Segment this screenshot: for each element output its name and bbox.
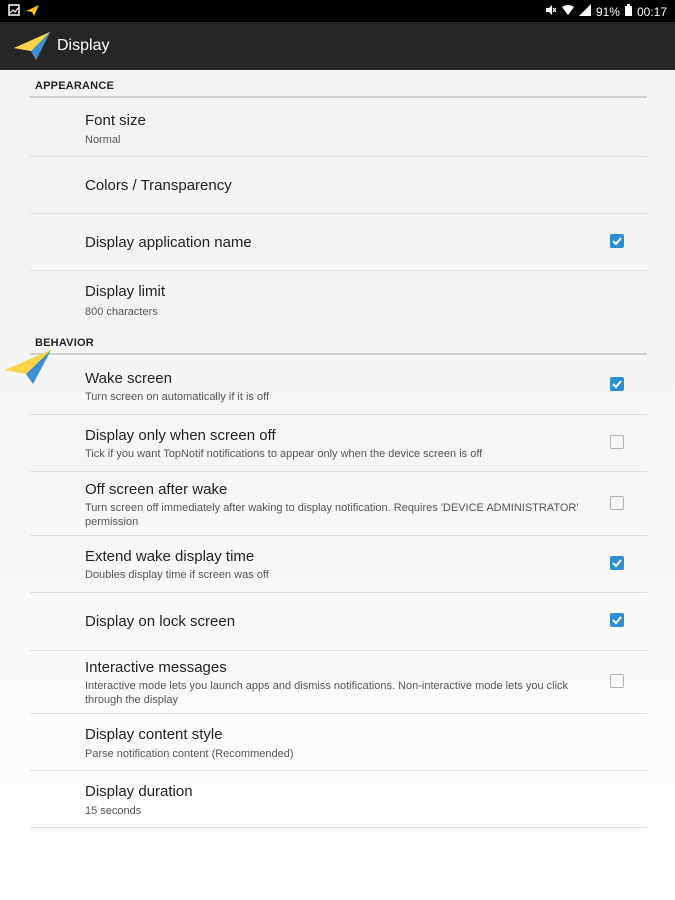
pref-off-screen-after-wake[interactable]: Off screen after wake Turn screen off im… [30, 472, 647, 534]
pref-summary: Turn screen off immediately after waking… [85, 502, 579, 528]
pref-summary: 800 characters [85, 306, 158, 318]
pref-interactive-messages[interactable]: Interactive messages Interactive mode le… [30, 651, 647, 713]
pref-extend-wake-display-time[interactable]: Extend wake display time Doubles display… [30, 536, 647, 592]
battery-icon [624, 4, 632, 19]
pref-summary: Parse notification content (Recommended) [85, 748, 294, 760]
pref-display-application-name[interactable]: Display application name [30, 214, 647, 270]
pref-summary: Doubles display time if screen was off [85, 569, 269, 581]
pref-title: Display limit [85, 283, 166, 300]
pref-title: Interactive messages [85, 659, 227, 676]
pref-display-content-style[interactable]: Display content style Parse notification… [30, 714, 647, 770]
paper-plane-icon [26, 4, 39, 19]
pref-display-on-lock-screen[interactable]: Display on lock screen [30, 593, 647, 649]
pref-title: Display content style [85, 726, 223, 743]
mute-icon [545, 4, 557, 19]
clock: 00:17 [636, 4, 667, 19]
pref-title: Colors / Transparency [85, 177, 232, 194]
pref-title: Display only when screen off [85, 427, 276, 444]
pref-display-only-when-screen-off[interactable]: Display only when screen off Tick if you… [30, 415, 647, 471]
paper-plane-icon[interactable] [14, 32, 50, 60]
section-divider [30, 353, 647, 355]
signal-icon [578, 4, 591, 19]
pref-title: Extend wake display time [85, 548, 255, 565]
section-header-behavior: BEHAVIOR [35, 337, 94, 349]
pref-summary: Interactive mode lets you launch apps an… [85, 680, 569, 706]
pref-colors-transparency[interactable]: Colors / Transparency [30, 157, 647, 213]
pref-summary: Turn screen on automatically if it is of… [85, 391, 270, 403]
battery-percent: 91% [595, 4, 620, 19]
checkbox-wake-screen[interactable] [610, 377, 624, 391]
checkbox-interactive-messages[interactable] [610, 674, 624, 688]
pref-title: Font size [85, 112, 146, 129]
pref-font-size[interactable]: Font size Normal [30, 98, 647, 156]
pref-display-limit[interactable]: Display limit 800 characters [30, 271, 647, 329]
section-header-appearance: APPEARANCE [35, 80, 115, 92]
checkbox-display-on-lock-screen[interactable] [610, 613, 624, 627]
toolbar: Display [0, 22, 675, 70]
pref-wake-screen[interactable]: Wake screen Turn screen on automatically… [30, 356, 647, 414]
pref-title: Display duration [85, 783, 193, 800]
pref-title: Display application name [85, 234, 252, 251]
pref-display-duration[interactable]: Display duration 15 seconds [30, 771, 647, 827]
image-notification-icon [8, 4, 20, 19]
pref-summary: Tick if you want TopNotif notifications … [85, 448, 483, 460]
page-title: Display [57, 37, 110, 54]
checkbox-display-only-when-screen-off[interactable] [610, 435, 624, 449]
checkbox-display-application-name[interactable] [610, 234, 624, 248]
pref-summary: 15 seconds [85, 805, 142, 817]
checkbox-extend-wake-display-time[interactable] [610, 556, 624, 570]
wifi-icon [561, 4, 574, 19]
checkbox-off-screen-after-wake[interactable] [610, 496, 624, 510]
status-bar: 91% 00:17 [0, 0, 675, 22]
pref-summary: Normal [85, 134, 121, 146]
divider [30, 827, 647, 828]
pref-title: Display on lock screen [85, 613, 236, 630]
pref-title: Off screen after wake [85, 481, 228, 498]
pref-title: Wake screen [85, 370, 172, 387]
